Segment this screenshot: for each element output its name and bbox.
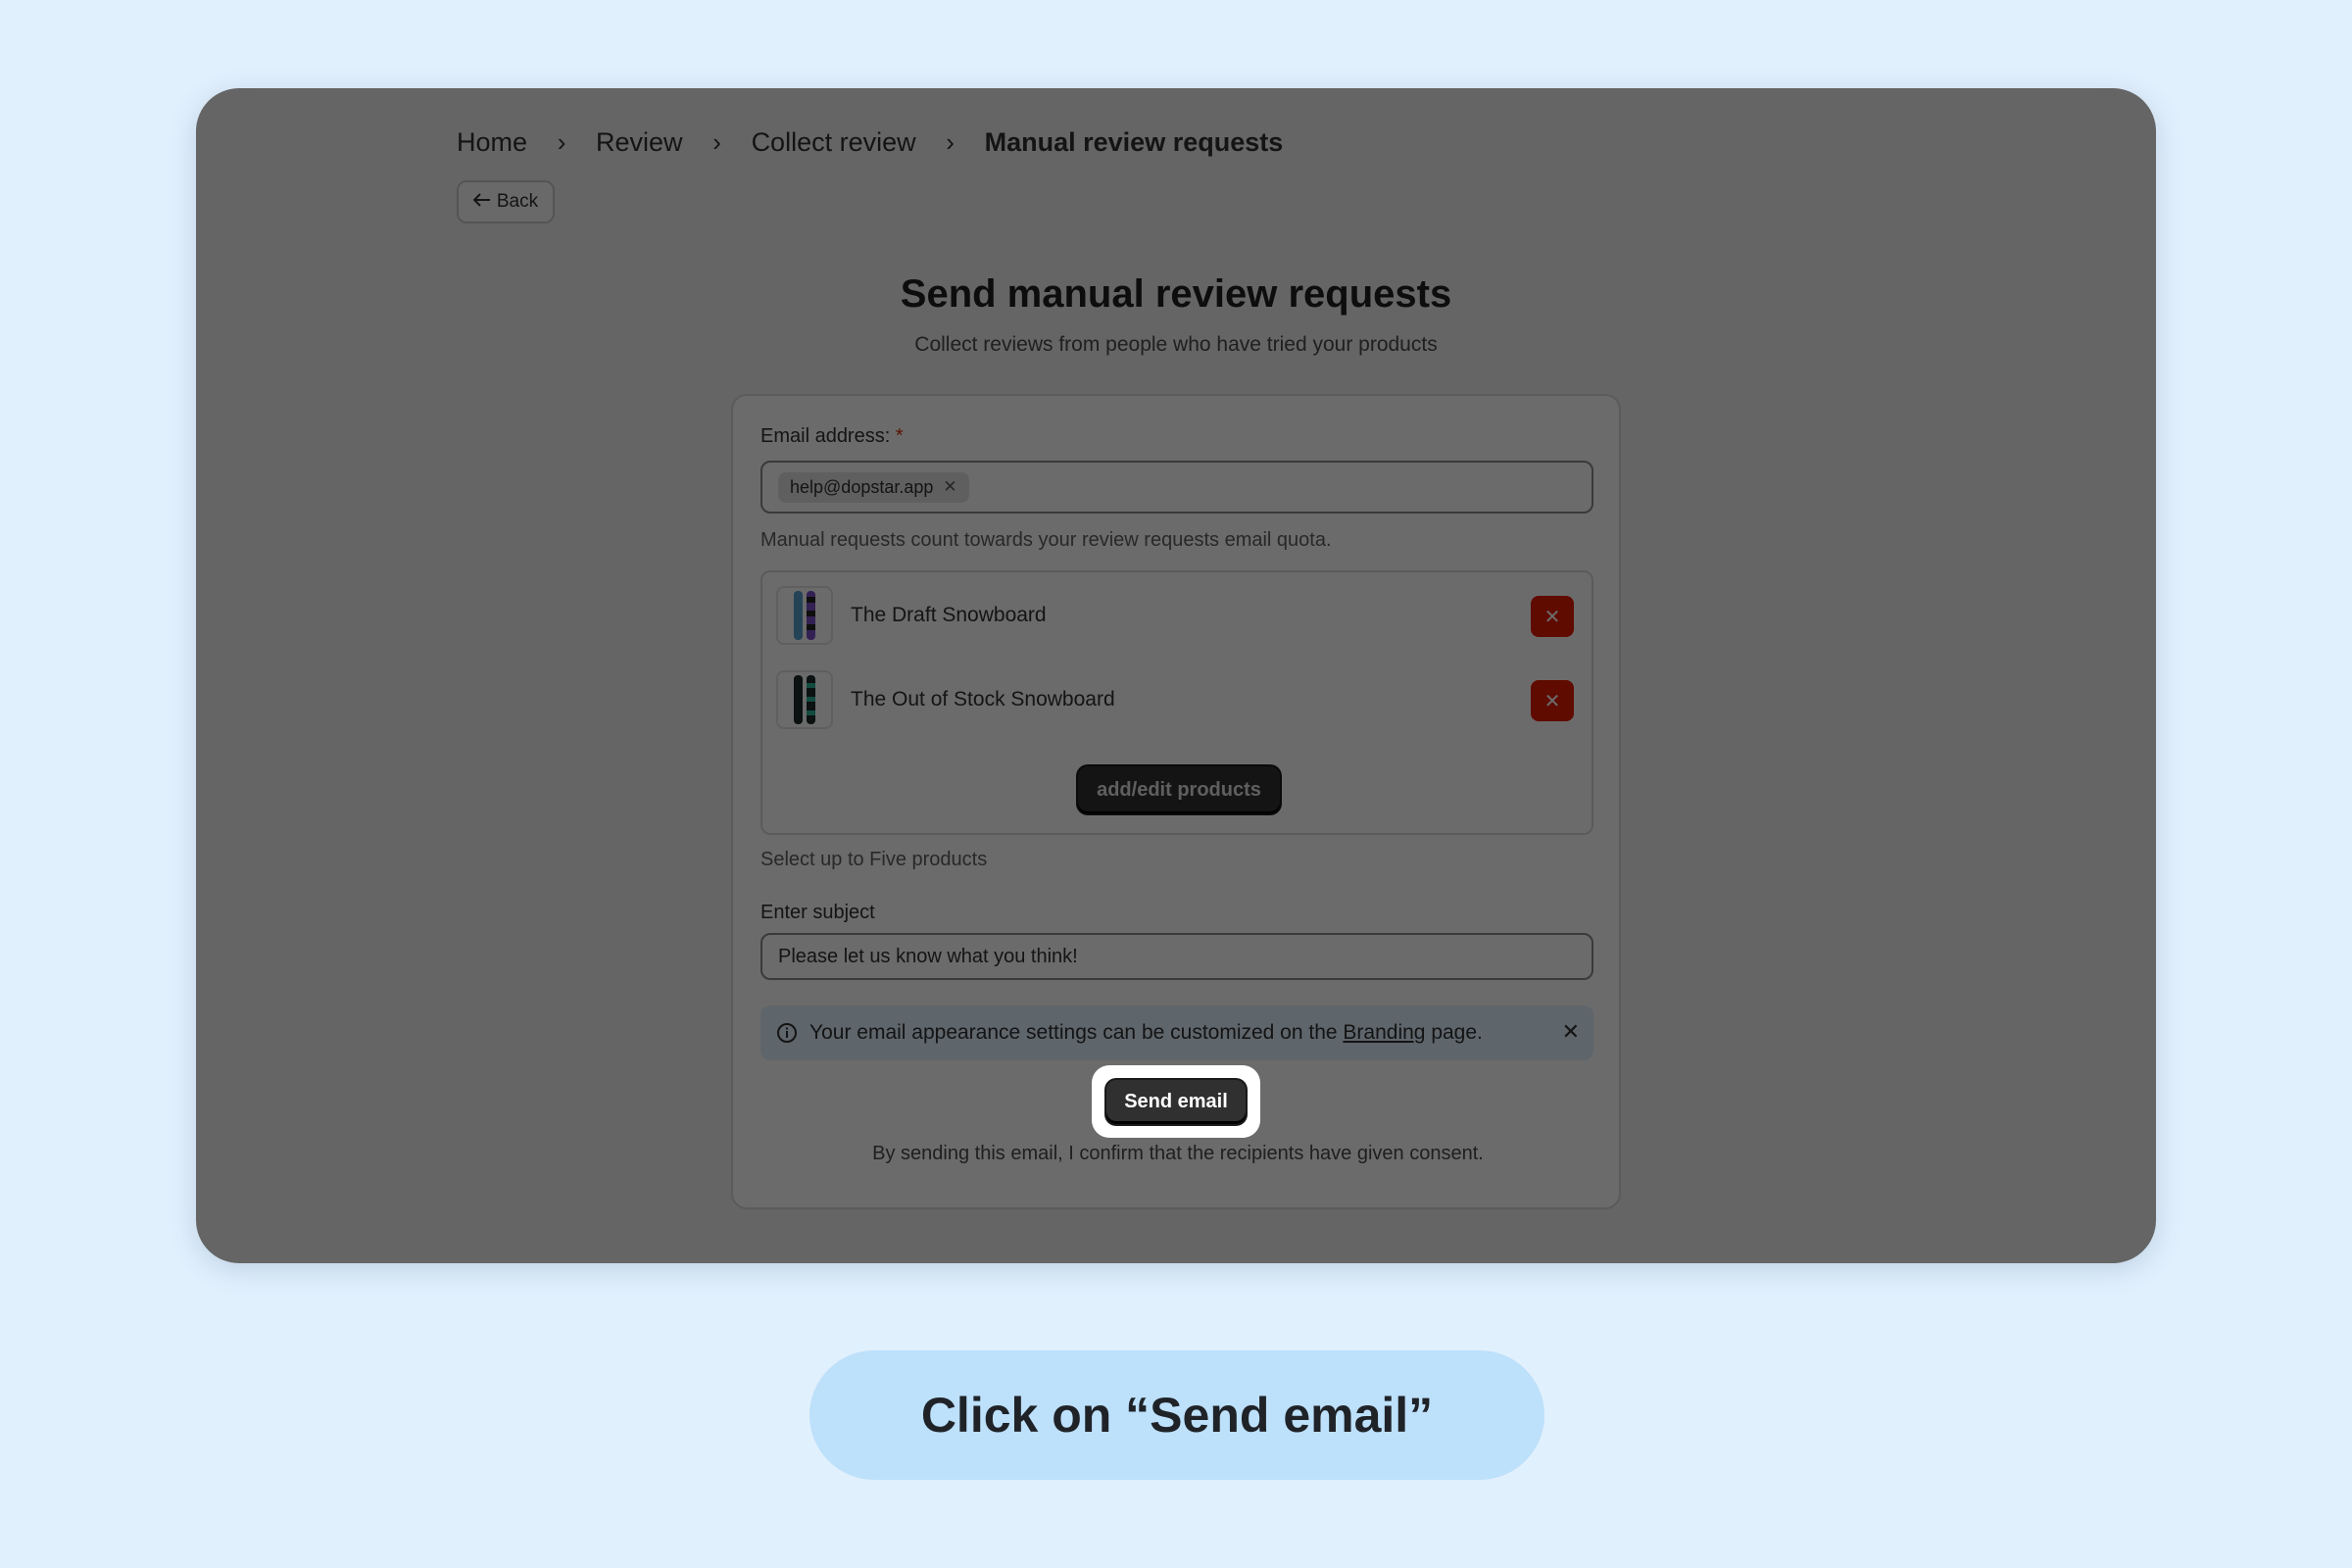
info-icon xyxy=(776,1022,798,1044)
chevron-right-icon: › xyxy=(712,126,721,157)
info-banner: Your email appearance settings can be cu… xyxy=(760,1005,1593,1060)
email-label: Email address: * xyxy=(760,425,904,448)
app-screenshot-frame: Home › Review › Collect review › Manual … xyxy=(196,88,2156,1263)
back-button-label: Back xyxy=(496,191,539,212)
product-thumbnail xyxy=(776,670,833,729)
back-button[interactable]: Back xyxy=(457,180,555,223)
breadcrumb: Home › Review › Collect review › Manual … xyxy=(457,118,1283,167)
close-icon[interactable]: ✕ xyxy=(1562,1019,1580,1045)
email-help-text: Manual requests count towards your revie… xyxy=(760,529,1332,551)
product-row: The Out of Stock Snowboard ✕ xyxy=(770,661,1584,739)
remove-product-button[interactable]: ✕ xyxy=(1531,596,1574,637)
email-tag: help@dopstar.app ✕ xyxy=(778,471,969,503)
add-edit-products-button[interactable]: add/edit products xyxy=(1078,766,1280,813)
subject-input[interactable]: Please let us know what you think! xyxy=(760,933,1593,980)
breadcrumb-item-collect-review[interactable]: Collect review xyxy=(752,127,916,158)
close-icon: ✕ xyxy=(1544,690,1561,712)
email-field[interactable]: help@dopstar.app ✕ xyxy=(760,461,1593,514)
branding-link[interactable]: Branding xyxy=(1343,1021,1425,1045)
banner-text: Your email appearance settings can be cu… xyxy=(809,1021,1338,1044)
product-row: The Draft Snowboard ✕ xyxy=(770,576,1584,655)
products-help-text: Select up to Five products xyxy=(760,849,988,870)
chevron-right-icon: › xyxy=(557,126,566,157)
remove-product-button[interactable]: ✕ xyxy=(1531,680,1574,721)
page-subtitle: Collect reviews from people who have tri… xyxy=(914,333,1438,356)
product-thumbnail xyxy=(776,586,833,645)
instruction-caption: Click on “Send email” xyxy=(809,1350,1544,1480)
product-name: The Out of Stock Snowboard xyxy=(851,688,1115,710)
email-tag-label: help@dopstar.app xyxy=(790,476,934,497)
remove-tag-icon[interactable]: ✕ xyxy=(943,477,956,497)
send-email-button[interactable]: Send email xyxy=(1106,1080,1246,1124)
app-page: Home › Review › Collect review › Manual … xyxy=(196,88,2156,1263)
arrow-left-icon xyxy=(472,191,491,213)
breadcrumb-item-review[interactable]: Review xyxy=(596,127,683,158)
required-marker: * xyxy=(895,425,904,447)
page-title: Send manual review requests xyxy=(900,272,1452,316)
selected-products-list: The Draft Snowboard ✕ The Out of Stock S… xyxy=(760,570,1593,835)
consent-text: By sending this email, I confirm that th… xyxy=(872,1143,1484,1164)
banner-text-end: page. xyxy=(1431,1021,1483,1044)
email-label-text: Email address: xyxy=(760,425,891,447)
subject-label: Enter subject xyxy=(760,902,875,923)
product-name: The Draft Snowboard xyxy=(851,604,1047,626)
chevron-right-icon: › xyxy=(946,126,955,157)
close-icon: ✕ xyxy=(1544,606,1561,628)
breadcrumb-item-home[interactable]: Home xyxy=(457,127,527,158)
breadcrumb-current: Manual review requests xyxy=(984,126,1284,157)
